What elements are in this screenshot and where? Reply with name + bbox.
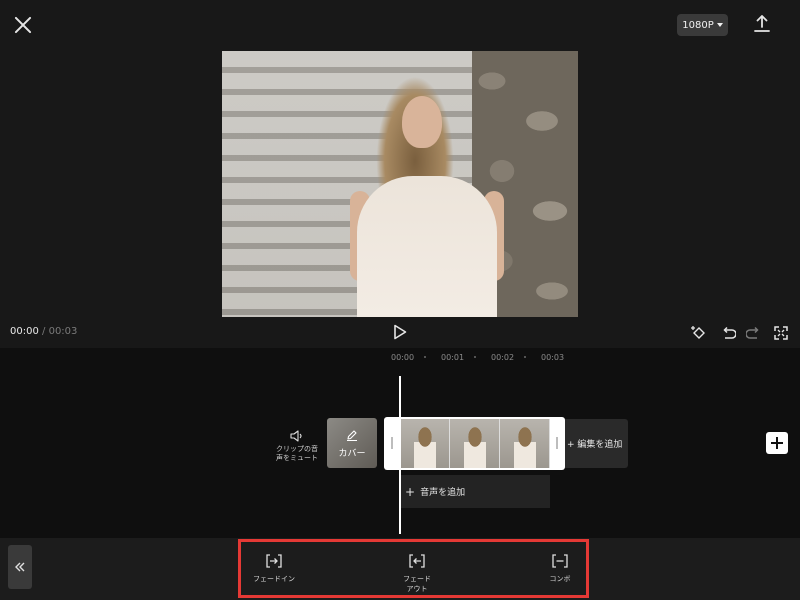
clip-trim-handle-right[interactable]	[556, 437, 558, 449]
play-icon[interactable]	[393, 324, 407, 340]
cover-button[interactable]: カバー	[327, 418, 377, 468]
keyframe-icon[interactable]	[690, 325, 706, 341]
mute-label-line1: クリップの音	[276, 445, 318, 453]
ruler-dot	[474, 356, 476, 358]
fade-out-label-line2: アウト	[406, 585, 428, 593]
ruler-tick: 00:03	[541, 353, 565, 362]
cover-label: カバー	[338, 449, 366, 459]
preview-face	[402, 96, 442, 148]
plus-icon: +	[405, 484, 416, 499]
time-separator: /	[42, 326, 46, 337]
video-clip[interactable]	[384, 417, 565, 470]
current-time: 00:00	[10, 326, 39, 337]
fade-in-icon	[266, 554, 282, 568]
double-chevron-left-icon	[15, 562, 25, 572]
fade-out-button[interactable]: フェード アウト	[387, 554, 447, 594]
preview-dress	[357, 176, 497, 317]
resolution-button[interactable]: 1080P	[677, 14, 728, 36]
ruler-tick: 00:01	[441, 353, 465, 362]
pencil-icon	[347, 430, 357, 441]
total-time: 00:03	[48, 326, 78, 337]
ruler-tick: 00:02	[491, 353, 515, 362]
clip-trim-handle-left[interactable]	[391, 437, 393, 449]
ruler-dot	[424, 356, 426, 358]
caret-down-icon	[716, 23, 723, 27]
ruler-dot	[524, 356, 526, 358]
fade-in-label: フェードイン	[253, 575, 295, 583]
add-clip-icon[interactable]	[766, 432, 788, 454]
combo-icon	[552, 554, 568, 568]
ruler-tick: 00:00	[391, 353, 415, 362]
close-icon[interactable]	[12, 14, 34, 36]
redo-icon[interactable]	[746, 325, 762, 341]
add-edit-button[interactable]: + 編集を追加	[565, 419, 628, 468]
add-audio-label: 音声を追加	[420, 488, 466, 498]
timeline[interactable]: 00:00 00:01 00:02 00:03 クリップの音 声をミュート カバ…	[0, 348, 800, 538]
playhead[interactable]	[399, 376, 401, 534]
fullscreen-icon[interactable]	[773, 325, 789, 341]
bottom-toolbar: フェードイン フェード アウト コンボ	[0, 538, 800, 600]
speaker-icon	[290, 430, 302, 442]
resolution-label: 1080P	[682, 19, 714, 31]
preview-area: 1080P 00:00 / 00:03	[0, 0, 800, 348]
video-preview[interactable]	[222, 51, 578, 317]
undo-icon[interactable]	[720, 325, 736, 341]
combo-button[interactable]: コンボ	[530, 554, 590, 584]
fade-in-button[interactable]: フェードイン	[244, 554, 304, 584]
highlight-box: フェードイン フェード アウト コンボ	[238, 539, 589, 598]
mute-clip-audio-button[interactable]: クリップの音 声をミュート	[274, 430, 320, 463]
combo-label: コンボ	[549, 575, 571, 583]
clip-thumbnails	[400, 419, 550, 468]
time-display: 00:00 / 00:03	[10, 326, 77, 337]
clip-frame	[450, 419, 500, 468]
fade-out-icon	[409, 554, 425, 568]
mute-label-line2: 声をミュート	[276, 454, 318, 462]
export-icon[interactable]	[752, 14, 772, 34]
clip-frame	[400, 419, 450, 468]
collapse-button[interactable]	[8, 545, 32, 589]
clip-frame	[500, 419, 550, 468]
fade-out-label-line1: フェード	[403, 575, 431, 583]
add-audio-button[interactable]: + 音声を追加	[400, 475, 550, 508]
